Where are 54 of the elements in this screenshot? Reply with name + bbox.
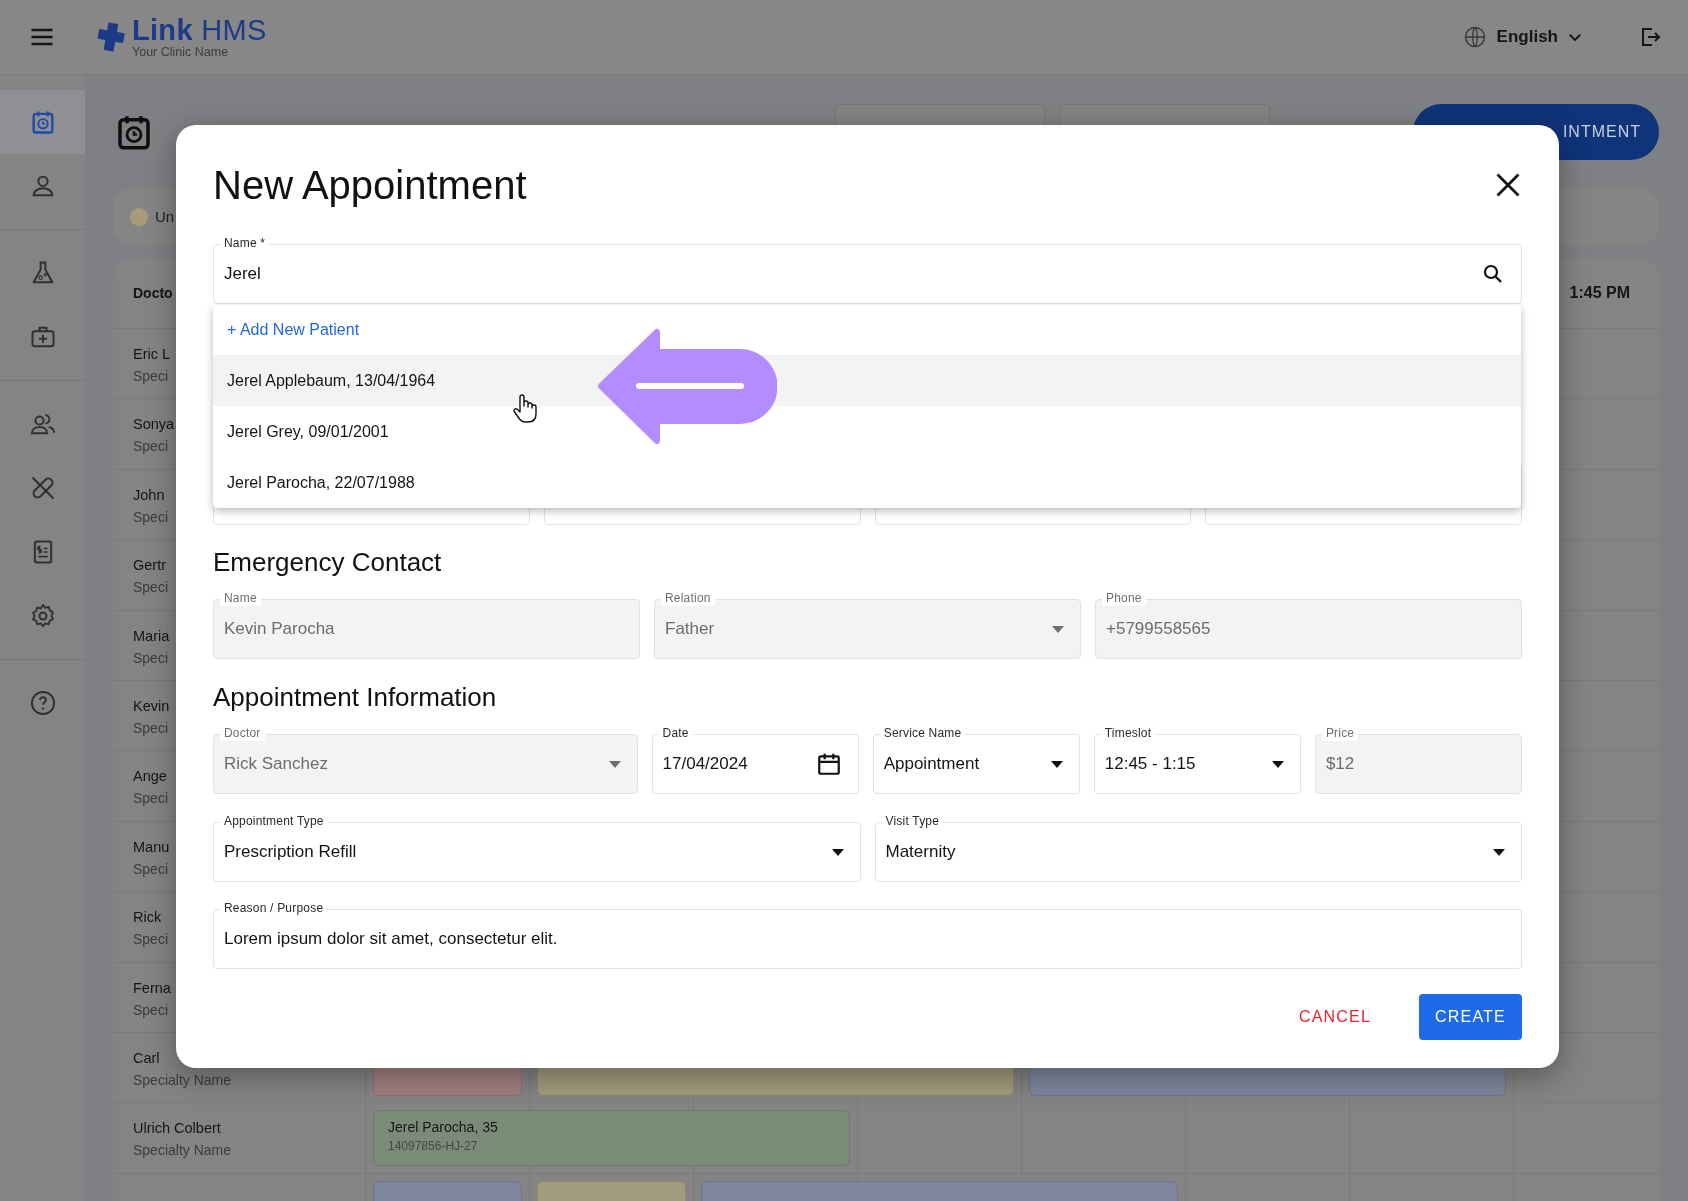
- doctor-name: Ulrich Colbert: [133, 1119, 221, 1139]
- brand-name: Link HMS: [132, 15, 267, 45]
- caret-down-icon: [1271, 760, 1284, 768]
- dialog-title: New Appointment: [213, 163, 527, 207]
- arrow-annotation-icon: [597, 328, 777, 445]
- calendar-icon[interactable]: [815, 751, 842, 777]
- doctor-specialty: Specialty Name: [133, 1071, 232, 1089]
- doctor-specialty: Speci: [133, 649, 169, 667]
- add-patient-link[interactable]: + Add New Patient: [227, 321, 360, 339]
- doctor-name: Ange: [133, 767, 167, 787]
- doctor-name: Maria: [133, 626, 170, 646]
- doctor-name: Manu: [133, 837, 170, 857]
- appointment-block[interactable]: Jerel Parocha, 35 14097856-HJ-27: [373, 1110, 850, 1167]
- doctor-name: Sonya: [133, 415, 175, 435]
- doctor-name: Kevin: [133, 696, 170, 716]
- doctor-specialty: Speci: [133, 368, 169, 385]
- cross-logo-icon: [96, 22, 126, 52]
- doctor-name: Carl: [133, 1048, 160, 1068]
- section-title: Appointment Information: [213, 682, 498, 712]
- doctor-specialty: Speci: [133, 719, 169, 737]
- doctor-name: Rick: [133, 908, 162, 928]
- cancel-button[interactable]: CANCEL: [1278, 994, 1391, 1040]
- doctor-specialty: Speci: [133, 438, 169, 456]
- doctor-specialty: Speci: [133, 931, 169, 949]
- doctor-name: John: [133, 485, 165, 505]
- caret-down-icon: [1493, 848, 1505, 856]
- language-selector[interactable]: English: [1496, 27, 1558, 47]
- doctor-specialty: Speci: [133, 790, 169, 808]
- patient-code: 14097856-HJ-27: [388, 1139, 478, 1154]
- doctor-specialty: Speci: [133, 508, 169, 526]
- doctor-specialty: Speci: [133, 860, 169, 878]
- section-title: Emergency Contact: [213, 547, 443, 577]
- suggestion-item[interactable]: Jerel Grey, 09/01/2001: [213, 406, 1521, 457]
- doctor-name: Eric L: [133, 345, 171, 364]
- suggestion-item[interactable]: Jerel Parocha, 22/07/1988: [213, 457, 1521, 508]
- clinic-name: Your Clinic Name: [132, 45, 230, 59]
- caret-down-icon: [1052, 625, 1064, 633]
- close-icon[interactable]: [1494, 171, 1522, 199]
- doctor-name: Ferna: [133, 978, 171, 998]
- caret-down-icon: [831, 848, 844, 856]
- patient-name: Jerel Parocha, 35: [388, 1119, 498, 1136]
- column-header: Docto: [133, 285, 173, 301]
- create-button[interactable]: CREATE: [1419, 994, 1522, 1040]
- hand-cursor-icon: [512, 393, 538, 425]
- help-icon[interactable]: [28, 689, 57, 717]
- caret-down-icon: [608, 760, 621, 768]
- time-header: 1:45 PM: [1569, 284, 1630, 302]
- doctor-name: Gertr: [133, 556, 167, 576]
- doctor-specialty: Specialty Name: [133, 1142, 232, 1160]
- globe-icon: [1462, 25, 1487, 49]
- caret-down-icon: [1050, 760, 1063, 768]
- doctor-specialty: Speci: [133, 579, 169, 597]
- legend-label: Un: [155, 208, 175, 225]
- doctor-specialty: Speci: [133, 1001, 169, 1019]
